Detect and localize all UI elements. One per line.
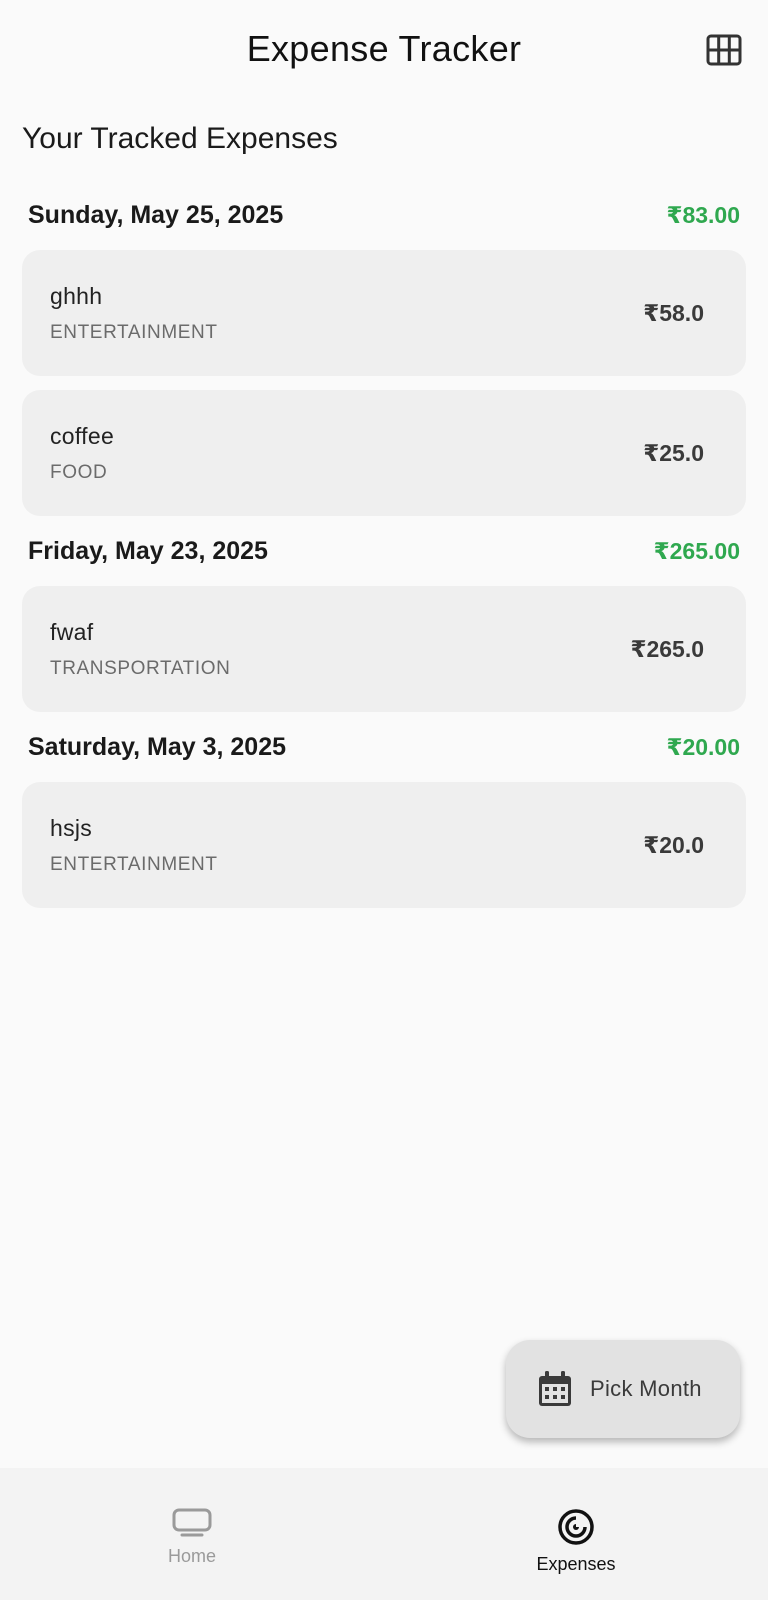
day-header: Saturday, May 3, 2025 ₹20.00 xyxy=(0,722,768,772)
expense-category: TRANSPORTATION xyxy=(50,657,231,679)
expense-title: fwaf xyxy=(50,618,94,645)
day-date: Sunday, May 25, 2025 xyxy=(28,200,284,229)
grid-view-icon xyxy=(706,34,742,66)
day-total: ₹83.00 xyxy=(666,201,740,228)
expense-card[interactable]: fwaf TRANSPORTATION ₹265.0 xyxy=(22,586,746,712)
app-title: Expense Tracker xyxy=(246,28,522,69)
expense-list: Sunday, May 25, 2025 ₹83.00 ghhh ENTERTA… xyxy=(0,190,768,908)
nav-item-expenses[interactable]: Expenses xyxy=(384,1468,768,1600)
nav-label-home: Home xyxy=(167,1546,216,1566)
expense-category: ENTERTAINMENT xyxy=(50,853,218,875)
expense-category: ENTERTAINMENT xyxy=(50,321,218,343)
day-header: Friday, May 23, 2025 ₹265.00 xyxy=(0,526,768,576)
expense-title: ghhh xyxy=(50,282,103,309)
tv-icon xyxy=(172,1508,212,1537)
nav-label-expenses: Expenses xyxy=(536,1554,616,1574)
expense-title: coffee xyxy=(50,422,115,449)
expense-amount: ₹58.0 xyxy=(643,299,704,326)
day-date: Saturday, May 3, 2025 xyxy=(28,732,287,761)
bottom-navigation: Home Expenses xyxy=(0,1468,768,1600)
expense-title: hsjs xyxy=(50,814,93,841)
expense-card[interactable]: ghhh ENTERTAINMENT ₹58.0 xyxy=(22,250,746,376)
target-icon xyxy=(558,1508,595,1545)
day-total: ₹265.00 xyxy=(653,537,740,564)
pick-month-label: Pick Month xyxy=(590,1376,702,1401)
expense-amount: ₹25.0 xyxy=(643,439,704,466)
pick-month-button[interactable]: Pick Month xyxy=(506,1340,740,1438)
day-date: Friday, May 23, 2025 xyxy=(28,536,268,565)
expense-amount: ₹20.0 xyxy=(643,831,704,858)
day-header: Sunday, May 25, 2025 ₹83.00 xyxy=(0,190,768,240)
expense-category: FOOD xyxy=(50,461,108,483)
grid-view-button[interactable] xyxy=(706,34,742,66)
section-heading: Your Tracked Expenses xyxy=(22,122,338,155)
day-total: ₹20.00 xyxy=(666,733,740,760)
app-bar: Expense Tracker xyxy=(0,0,768,100)
expense-card[interactable]: hsjs ENTERTAINMENT ₹20.0 xyxy=(22,782,746,908)
nav-item-home[interactable]: Home xyxy=(0,1468,384,1600)
calendar-icon xyxy=(539,1371,571,1406)
expense-card[interactable]: coffee FOOD ₹25.0 xyxy=(22,390,746,516)
expense-amount: ₹265.0 xyxy=(630,635,704,662)
